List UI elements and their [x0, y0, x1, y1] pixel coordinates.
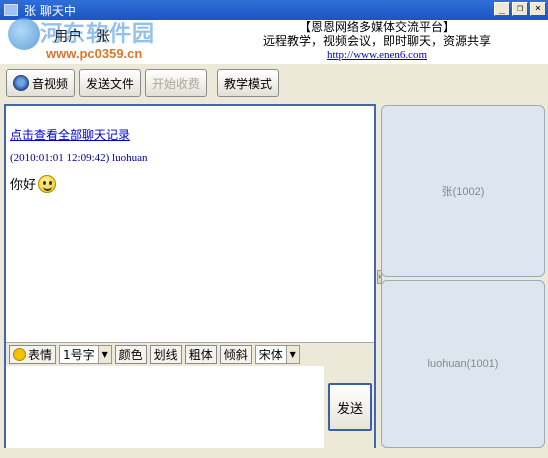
- send-button[interactable]: 发送: [328, 383, 372, 431]
- color-button[interactable]: 颜色: [114, 345, 147, 364]
- underline-button[interactable]: 划线: [149, 345, 182, 364]
- video-button[interactable]: 音视频: [6, 69, 76, 97]
- teach-mode-button[interactable]: 教学模式: [217, 69, 280, 97]
- header-banner: 河东软件园 www.pc0359.cn 用户 张 【恩恩网络多媒体交流平台】 远…: [0, 18, 548, 64]
- font-face-select[interactable]: 宋体 ▼: [254, 345, 300, 364]
- window-controls: _ ❐ ×: [494, 2, 546, 16]
- chat-panel: 点击查看全部聊天记录 (2010:01:01 12:09:42) luohuan…: [4, 104, 376, 448]
- restore-button[interactable]: ❐: [512, 2, 528, 16]
- close-button[interactable]: ×: [530, 2, 546, 16]
- logo-swirl-icon: [8, 18, 40, 50]
- chat-history-link[interactable]: 点击查看全部聊天记录: [10, 126, 130, 143]
- promo-title: 【恩恩网络多媒体交流平台】: [298, 20, 455, 34]
- promo-link[interactable]: http://www.enen6.com: [262, 48, 492, 62]
- webcam-icon: [13, 75, 29, 91]
- smiley-icon: [13, 348, 26, 361]
- chevron-down-icon[interactable]: ▼: [285, 346, 299, 363]
- video-panel-label: 张(1002): [441, 186, 485, 198]
- start-charge-button[interactable]: 开始收费: [145, 69, 208, 97]
- app-icon[interactable]: [4, 4, 18, 16]
- message-header: (2010:01:01 12:09:42) luohuan: [10, 152, 148, 164]
- font-size-value: 1号字: [63, 348, 95, 362]
- message-body: 你好: [10, 174, 57, 193]
- video-panel-label: luohuan(1001): [427, 358, 499, 370]
- promo-block: 【恩恩网络多媒体交流平台】 远程教学，视频会议，即时聊天，资源共享 http:/…: [262, 20, 492, 62]
- main-toolbar: 音视频 发送文件 开始收费 教学模式: [0, 66, 548, 100]
- format-toolbar: 表情 1号字 ▼ 颜色 划线 粗体 倾斜 宋体 ▼: [6, 342, 374, 366]
- watermark-url: www.pc0359.cn: [46, 46, 143, 61]
- font-size-select[interactable]: 1号字 ▼: [59, 345, 112, 364]
- chevron-down-icon[interactable]: ▼: [97, 346, 111, 363]
- font-face-value: 宋体: [258, 348, 283, 362]
- minimize-button[interactable]: _: [494, 2, 510, 16]
- video-button-label: 音视频: [32, 76, 69, 91]
- send-file-button[interactable]: 发送文件: [79, 69, 142, 97]
- message-text: 你好: [10, 178, 37, 193]
- video-panel-remote[interactable]: 张(1002): [381, 105, 545, 277]
- send-zone: 发送: [324, 366, 374, 448]
- italic-button[interactable]: 倾斜: [219, 345, 252, 364]
- video-panel-local[interactable]: luohuan(1001): [381, 280, 545, 448]
- user-name: 张: [96, 29, 110, 45]
- emoji-button-label: 表情: [28, 348, 53, 362]
- user-label: 用户: [54, 29, 82, 45]
- promo-tagline: 远程教学，视频会议，即时聊天，资源共享: [262, 34, 491, 48]
- emoji-button[interactable]: 表情: [9, 345, 57, 364]
- message-input[interactable]: [6, 366, 324, 448]
- smiley-emoticon-icon: [38, 174, 57, 193]
- bold-button[interactable]: 粗体: [184, 345, 217, 364]
